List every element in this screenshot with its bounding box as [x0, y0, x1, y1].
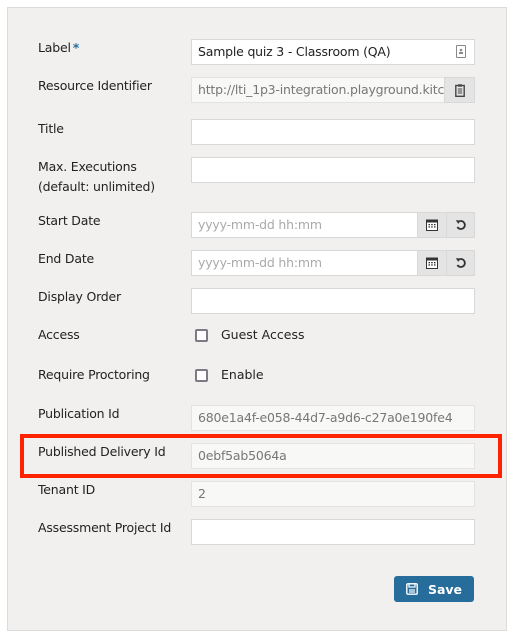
title-label: Title: [38, 121, 64, 136]
access-label: Access: [38, 327, 80, 342]
resource-identifier-label: Resource Identifier: [38, 78, 152, 93]
calendar-icon: [426, 257, 438, 269]
display-order-label: Display Order: [38, 289, 121, 304]
start-date-input[interactable]: yyyy-mm-dd hh:mm: [191, 212, 418, 238]
tenant-id-input[interactable]: 2: [191, 481, 475, 507]
start-date-calendar-button[interactable]: [417, 212, 447, 238]
clipboard-icon: [454, 83, 465, 97]
copy-button[interactable]: [444, 77, 475, 103]
title-input[interactable]: [191, 119, 475, 145]
start-date-reset-button[interactable]: [446, 212, 475, 238]
calendar-icon: [426, 219, 438, 231]
reset-icon: [455, 258, 466, 268]
display-order-input[interactable]: [191, 288, 475, 314]
publication-id-label: Publication Id: [38, 406, 120, 421]
label-field-label: Label *: [38, 40, 80, 55]
end-date-reset-button[interactable]: [446, 250, 475, 276]
end-date-input[interactable]: yyyy-mm-dd hh:mm: [191, 250, 418, 276]
max-executions-label: Max. Executions (default: unlimited): [38, 159, 155, 194]
label-input[interactable]: Sample quiz 3 - Classroom (QA): [191, 39, 475, 65]
max-executions-input[interactable]: [191, 157, 475, 183]
floppy-disk-icon: [406, 583, 418, 595]
tenant-id-label: Tenant ID: [38, 482, 96, 497]
start-date-label: Start Date: [38, 213, 101, 228]
enable-proctoring-label[interactable]: Enable: [221, 365, 264, 385]
reset-icon: [455, 220, 466, 230]
save-label: Save: [427, 581, 463, 597]
contact-card-icon[interactable]: [456, 45, 466, 58]
required-marker: *: [72, 40, 80, 55]
guest-access-label[interactable]: Guest Access: [221, 325, 304, 345]
assessment-project-id-input[interactable]: [191, 519, 475, 545]
end-date-label: End Date: [38, 251, 95, 266]
save-button[interactable]: Save: [394, 576, 474, 602]
publication-id-input[interactable]: 680e1a4f-e058-44d7-a9d6-c27a0e190fe4: [191, 405, 475, 431]
require-proctoring-label: Require Proctoring: [38, 367, 150, 382]
guest-access-checkbox[interactable]: [195, 329, 208, 342]
enable-proctoring-checkbox[interactable]: [195, 369, 208, 382]
end-date-calendar-button[interactable]: [417, 250, 447, 276]
assessment-project-id-label: Assessment Project Id: [38, 520, 172, 535]
highlight-box: [20, 434, 502, 478]
resource-identifier-input[interactable]: http://lti_1p3-integration.playground.ki…: [191, 77, 445, 103]
